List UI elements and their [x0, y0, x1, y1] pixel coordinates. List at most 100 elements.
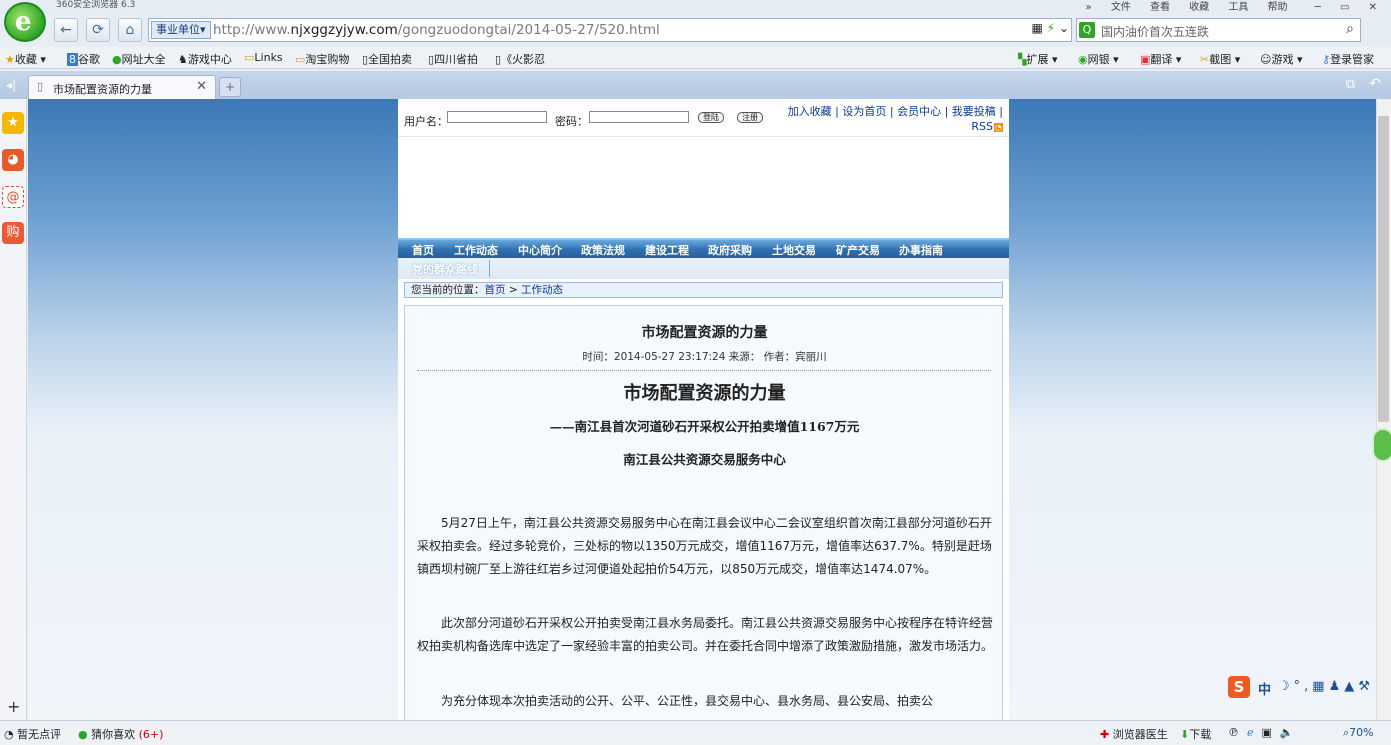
navigation-bar: ← ⟳ ⌂ 事业单位▾ http://www.njxggzyjyw.com/go… — [52, 14, 1391, 46]
password-label: 密码： — [555, 115, 588, 128]
username-label: 用户名： — [404, 115, 448, 128]
close-window-button[interactable]: ✕ — [1369, 2, 1377, 13]
back-arrow-icon[interactable]: ← — [54, 18, 78, 42]
recommend[interactable]: ● 猜你喜欢 (6+) — [78, 726, 163, 742]
menu-file[interactable]: 文件 — [1111, 2, 1131, 13]
rss-link[interactable]: RSS ◔ — [788, 119, 1003, 135]
no-comments[interactable]: ◔ 暂无点评 — [4, 726, 61, 742]
toolbar-login[interactable]: ⚷登录管家 — [1322, 51, 1374, 67]
toolbar-extensions[interactable]: ▚扩展 ▾ — [1018, 51, 1058, 67]
sogou-ime-icon[interactable]: S — [1228, 676, 1250, 698]
nav-procurement[interactable]: 政府采购 — [708, 242, 752, 258]
article-paragraph-2: 此次部分河道砂石开采权公开拍卖受南江县水务局委托。南江县公共资源交易服务中心按程… — [417, 616, 994, 653]
nav-policy[interactable]: 政策法规 — [581, 242, 625, 258]
fav-taobao[interactable]: ▭淘宝购物 — [295, 51, 349, 67]
undo-close-icon[interactable]: ↶ — [1369, 76, 1381, 92]
rss-label: RSS — [971, 120, 994, 133]
fav-collect[interactable]: ★收藏 ▾ — [5, 51, 46, 67]
fav-sites[interactable]: ●网址大全 — [112, 51, 166, 67]
fav-google[interactable]: 8 谷歌 — [67, 51, 100, 67]
scrollbar-thumb[interactable] — [1378, 116, 1389, 422]
browser-logo-icon[interactable]: e — [4, 2, 46, 42]
status-icons[interactable]: ℗ℯ▣🔈 — [1228, 726, 1302, 739]
breadcrumb-sep: > — [508, 284, 518, 296]
dropdown-icon[interactable]: ⌄ — [1059, 21, 1069, 35]
ime-tools-icons[interactable]: ☽°,▦♟▲⚒ — [1278, 679, 1374, 694]
speed-mode-icon[interactable]: ⚡ — [1047, 21, 1055, 35]
toolbar-translate[interactable]: ▣翻译 ▾ — [1140, 51, 1181, 67]
menu-favorites[interactable]: 收藏 — [1189, 2, 1209, 13]
refresh-icon[interactable]: ⟳ — [86, 18, 110, 42]
search-text[interactable]: 国内油价首次五连跌 — [1101, 23, 1209, 40]
toolbar-games[interactable]: ☺游戏 ▾ — [1260, 51, 1303, 67]
fav-auction-label: 全国拍卖 — [368, 53, 413, 66]
search-box[interactable]: Q 国内油价首次五连跌 ⌕ — [1076, 18, 1361, 42]
search-engine-icon[interactable]: Q — [1079, 22, 1095, 38]
nav-construction[interactable]: 建设工程 — [645, 242, 689, 258]
password-input[interactable] — [589, 111, 689, 123]
menu-tools[interactable]: 工具 — [1228, 2, 1248, 13]
weibo-icon[interactable]: ◕ — [2, 149, 24, 171]
home-icon[interactable]: ⌂ — [118, 18, 142, 42]
banner-area — [398, 136, 1009, 238]
fav-links[interactable]: ▭Links — [244, 51, 283, 64]
tab-active[interactable]: ▯ 市场配置资源的力量 ✕ — [28, 75, 216, 99]
menu-help[interactable]: 帮助 — [1268, 2, 1288, 13]
toolbar-screenshot[interactable]: ✂截图 ▾ — [1200, 51, 1240, 67]
restore-tab-icon[interactable]: ⧉ — [1346, 77, 1355, 92]
mail-icon[interactable]: @ — [2, 186, 24, 208]
add-sidebar-icon[interactable]: + — [7, 697, 20, 716]
recommend-count: (6+) — [138, 728, 164, 741]
close-tab-icon[interactable]: ✕ — [196, 79, 207, 94]
status-bar: ◔ 暂无点评 ● 猜你喜欢 (6+) ✚ 浏览器医生 ⬇下载 ℗ℯ▣🔈 ⌕70% — [0, 720, 1391, 745]
nav-work-news[interactable]: 工作动态 — [454, 242, 498, 258]
login-button[interactable]: 登陆 — [698, 112, 724, 123]
fav-links-label: Links — [254, 51, 283, 64]
favorites-star-icon[interactable]: ★ — [2, 112, 24, 134]
breadcrumb-current[interactable]: 工作动态 — [521, 284, 563, 296]
minimize-button[interactable]: ─ — [1315, 2, 1321, 13]
nav-about[interactable]: 中心简介 — [518, 242, 562, 258]
new-tab-button[interactable]: + — [219, 77, 241, 97]
fav-auction[interactable]: ▯全国拍卖 — [362, 51, 412, 67]
nav-mining[interactable]: 矿产交易 — [836, 242, 880, 258]
star-icon: ★ — [5, 53, 15, 66]
search-icon[interactable]: ⌕ — [1346, 21, 1354, 37]
address-bar[interactable]: 事业单位▾ http://www.njxggzyjyw.com/gongzuod… — [148, 18, 1072, 42]
url-text[interactable]: http://www.njxggzyjyw.com/gongzuodongtai… — [213, 22, 660, 38]
username-input[interactable] — [447, 111, 547, 123]
downloads-label: 下载 — [1189, 728, 1212, 741]
shopping-icon[interactable]: 购 — [2, 222, 24, 244]
fav-naruto[interactable]: ▯《火影忍 — [495, 51, 545, 67]
nav-mass-line[interactable]: 党的群众路线 — [412, 261, 478, 277]
nav-guide[interactable]: 办事指南 — [899, 242, 943, 258]
qr-code-icon[interactable]: ▦ — [1032, 21, 1043, 35]
restore-button[interactable]: ▭ — [1340, 2, 1349, 13]
menu-more[interactable]: » — [1086, 2, 1092, 13]
comment-icon: ◔ — [4, 728, 14, 741]
toolbar-ebank[interactable]: ◉网银 ▾ — [1078, 51, 1119, 67]
downloads[interactable]: ⬇下载 — [1180, 726, 1211, 742]
breadcrumb-label: 您当前的位置： — [411, 284, 485, 296]
menu-view[interactable]: 查看 — [1150, 2, 1170, 13]
top-links-row[interactable]: 加入收藏 | 设为首页 | 会员中心 | 我要投稿 | — [788, 104, 1003, 119]
site-category-tag[interactable]: 事业单位▾ — [151, 21, 211, 39]
toolbar-ebank-label: 网银 — [1087, 53, 1110, 66]
nav-land[interactable]: 土地交易 — [772, 242, 816, 258]
url-path: /gongzuodongtai/2014-05-27/520.html — [397, 22, 660, 38]
title-bar: 360安全浏览器 6.3 » 文件 查看 收藏 工具 帮助 ─ ▭ ✕ — [0, 0, 1391, 14]
floating-widget-icon[interactable] — [1372, 428, 1391, 462]
nav-home[interactable]: 首页 — [412, 242, 434, 258]
zoom-level[interactable]: ⌕70% — [1343, 726, 1374, 740]
ime-language[interactable]: 中 — [1258, 679, 1271, 698]
ie-icon: ℯ — [1247, 726, 1262, 739]
register-button[interactable]: 注册 — [737, 112, 763, 123]
breadcrumb-home[interactable]: 首页 — [485, 284, 506, 296]
fav-games[interactable]: ♞游戏中心 — [178, 51, 232, 67]
ie-mode-icon: ℗ — [1228, 726, 1247, 739]
fav-sichuan[interactable]: ▯四川省拍 — [428, 51, 478, 67]
dot-icon: ● — [78, 728, 88, 741]
recommend-label: 猜你喜欢 — [91, 728, 136, 741]
sidebar-toggle-icon[interactable]: ◂| — [6, 78, 16, 92]
browser-doctor[interactable]: ✚ 浏览器医生 — [1100, 726, 1168, 742]
